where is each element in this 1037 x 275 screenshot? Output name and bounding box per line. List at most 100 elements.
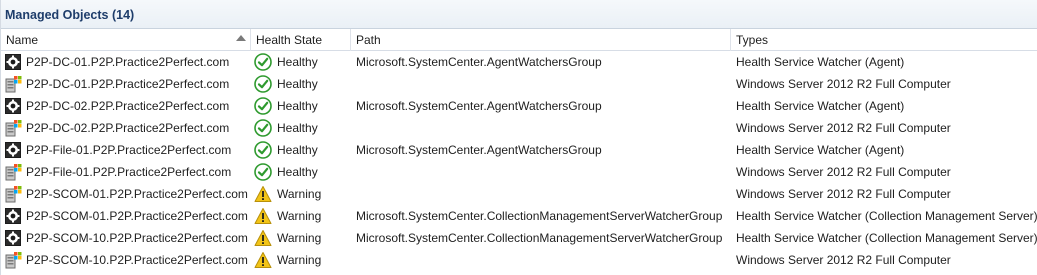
health-service-watcher-icon [4, 207, 22, 225]
object-name: P2P-DC-02.P2P.Practice2Perfect.com [26, 121, 230, 135]
cell-health-state: Warning [251, 185, 351, 203]
health-state-text: Healthy [277, 143, 318, 157]
object-name: P2P-SCOM-01.P2P.Practice2Perfect.com [26, 209, 248, 223]
table-row[interactable]: P2P-DC-02.P2P.Practice2Perfect.com Health… [1, 95, 1037, 117]
health-service-watcher-icon [4, 141, 22, 159]
path-text: Microsoft.SystemCenter.CollectionManagem… [356, 231, 723, 245]
table-row[interactable]: P2P-SCOM-01.P2P.Practice2Perfect.com Warn… [1, 205, 1037, 227]
types-text: Health Service Watcher (Agent) [736, 99, 905, 113]
health-state-text: Healthy [277, 77, 318, 91]
cell-health-state: Warning [251, 251, 351, 269]
types-text: Health Service Watcher (Agent) [736, 143, 905, 157]
types-text: Windows Server 2012 R2 Full Computer [736, 77, 951, 91]
health-service-watcher-icon [4, 53, 22, 71]
cell-types: Windows Server 2012 R2 Full Computer [731, 165, 1037, 179]
health-state-text: Warning [277, 253, 322, 267]
health-state-text: Healthy [277, 165, 318, 179]
cell-name: P2P-SCOM-10.P2P.Practice2Perfect.com [1, 229, 251, 247]
cell-health-state: Healthy [251, 53, 351, 71]
cell-name: P2P-File-01.P2P.Practice2Perfect.com [1, 163, 251, 181]
healthy-check-icon [254, 97, 272, 115]
table-row[interactable]: P2P-DC-02.P2P.Practice2Perfect.com Health… [1, 117, 1037, 139]
table-row[interactable]: P2P-DC-01.P2P.Practice2Perfect.com Health… [1, 51, 1037, 73]
table-row[interactable]: P2P-SCOM-10.P2P.Practice2Perfect.com Warn… [1, 249, 1037, 271]
cell-types: Health Service Watcher (Collection Manag… [731, 231, 1037, 245]
cell-name: P2P-DC-02.P2P.Practice2Perfect.com [1, 119, 251, 137]
cell-path: Microsoft.SystemCenter.AgentWatchersGrou… [351, 143, 731, 157]
cell-types: Health Service Watcher (Collection Manag… [731, 209, 1037, 223]
types-text: Windows Server 2012 R2 Full Computer [736, 253, 951, 267]
healthy-check-icon [254, 163, 272, 181]
object-name: P2P-SCOM-10.P2P.Practice2Perfect.com [26, 253, 248, 267]
table-row[interactable]: P2P-SCOM-10.P2P.Practice2Perfect.com Warn… [1, 227, 1037, 249]
cell-health-state: Warning [251, 229, 351, 247]
object-name: P2P-SCOM-01.P2P.Practice2Perfect.com [26, 187, 248, 201]
cell-types: Health Service Watcher (Agent) [731, 99, 1037, 113]
column-header-types-label: Types [736, 33, 769, 47]
cell-health-state: Healthy [251, 75, 351, 93]
windows-computer-icon [4, 119, 22, 137]
types-text: Windows Server 2012 R2 Full Computer [736, 187, 951, 201]
cell-path: Microsoft.SystemCenter.AgentWatchersGrou… [351, 55, 731, 69]
cell-name: P2P-SCOM-01.P2P.Practice2Perfect.com [1, 207, 251, 225]
managed-objects-grid: Name Health State Path Types P2P-DC-01.P… [1, 29, 1037, 271]
health-state-text: Warning [277, 209, 322, 223]
grid-rows: P2P-DC-01.P2P.Practice2Perfect.com Health… [1, 51, 1037, 271]
warning-triangle-icon [254, 251, 272, 269]
sort-ascending-icon [236, 35, 246, 41]
cell-health-state: Warning [251, 207, 351, 225]
path-text: Microsoft.SystemCenter.AgentWatchersGrou… [356, 143, 602, 157]
cell-types: Health Service Watcher (Agent) [731, 55, 1037, 69]
cell-name: P2P-DC-01.P2P.Practice2Perfect.com [1, 75, 251, 93]
warning-triangle-icon [254, 185, 272, 203]
column-header-name-label: Name [6, 33, 39, 47]
managed-objects-panel: Managed Objects (14) Name Health State P… [0, 0, 1037, 275]
cell-name: P2P-DC-01.P2P.Practice2Perfect.com [1, 53, 251, 71]
path-text: Microsoft.SystemCenter.CollectionManagem… [356, 209, 723, 223]
cell-name: P2P-SCOM-01.P2P.Practice2Perfect.com [1, 185, 251, 203]
table-row[interactable]: P2P-File-01.P2P.Practice2Perfect.com Heal… [1, 139, 1037, 161]
cell-path: Microsoft.SystemCenter.AgentWatchersGrou… [351, 99, 731, 113]
cell-path: Microsoft.SystemCenter.CollectionManagem… [351, 231, 731, 245]
warning-triangle-icon [254, 229, 272, 247]
windows-computer-icon [4, 185, 22, 203]
column-header-types[interactable]: Types [731, 29, 1037, 51]
path-text: Microsoft.SystemCenter.AgentWatchersGrou… [356, 99, 602, 113]
table-row[interactable]: P2P-SCOM-01.P2P.Practice2Perfect.com Warn… [1, 183, 1037, 205]
health-state-text: Warning [277, 231, 322, 245]
cell-name: P2P-File-01.P2P.Practice2Perfect.com [1, 141, 251, 159]
healthy-check-icon [254, 119, 272, 137]
column-header-row: Name Health State Path Types [1, 29, 1037, 51]
object-name: P2P-File-01.P2P.Practice2Perfect.com [26, 143, 232, 157]
cell-health-state: Healthy [251, 141, 351, 159]
object-name: P2P-DC-01.P2P.Practice2Perfect.com [26, 77, 230, 91]
table-row[interactable]: P2P-File-01.P2P.Practice2Perfect.com Heal… [1, 161, 1037, 183]
cell-types: Windows Server 2012 R2 Full Computer [731, 121, 1037, 135]
health-service-watcher-icon [4, 229, 22, 247]
table-row[interactable]: P2P-DC-01.P2P.Practice2Perfect.com Health… [1, 73, 1037, 95]
path-text: Microsoft.SystemCenter.AgentWatchersGrou… [356, 55, 602, 69]
windows-computer-icon [4, 163, 22, 181]
column-header-path[interactable]: Path [351, 29, 731, 51]
windows-computer-icon [4, 251, 22, 269]
cell-types: Windows Server 2012 R2 Full Computer [731, 77, 1037, 91]
object-name: P2P-DC-02.P2P.Practice2Perfect.com [26, 99, 230, 113]
types-text: Health Service Watcher (Collection Manag… [736, 209, 1037, 223]
types-text: Health Service Watcher (Collection Manag… [736, 231, 1037, 245]
object-name: P2P-File-01.P2P.Practice2Perfect.com [26, 165, 232, 179]
cell-name: P2P-DC-02.P2P.Practice2Perfect.com [1, 97, 251, 115]
cell-health-state: Healthy [251, 163, 351, 181]
object-name: P2P-DC-01.P2P.Practice2Perfect.com [26, 55, 230, 69]
column-header-health-state[interactable]: Health State [251, 29, 351, 51]
column-header-path-label: Path [356, 33, 381, 47]
healthy-check-icon [254, 141, 272, 159]
health-state-text: Healthy [277, 121, 318, 135]
cell-types: Windows Server 2012 R2 Full Computer [731, 253, 1037, 267]
healthy-check-icon [254, 53, 272, 71]
cell-types: Windows Server 2012 R2 Full Computer [731, 187, 1037, 201]
windows-computer-icon [4, 75, 22, 93]
column-header-name[interactable]: Name [1, 29, 251, 51]
health-state-text: Healthy [277, 99, 318, 113]
health-state-text: Healthy [277, 55, 318, 69]
healthy-check-icon [254, 75, 272, 93]
